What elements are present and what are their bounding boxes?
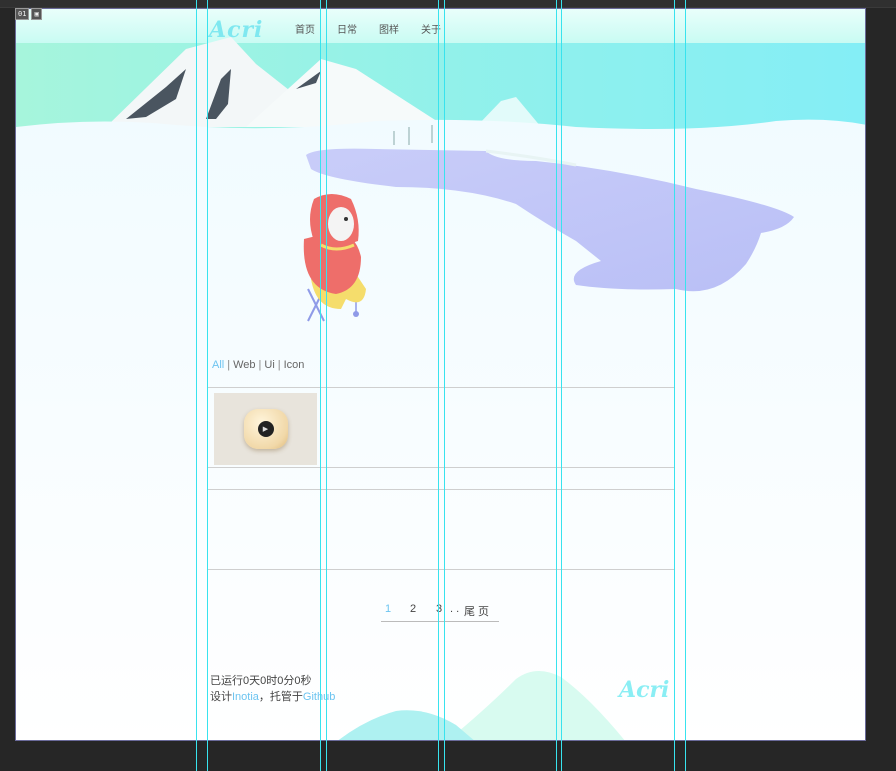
layout-guide [674, 0, 675, 771]
layout-guide [320, 0, 321, 771]
image-icon: ▣ [31, 8, 42, 20]
pagination: 1 2 3 . . 尾 页 [381, 603, 499, 622]
runtime-text: 已运行0天0时0分0秒 [210, 675, 312, 687]
design-prefix: 设计 [210, 691, 232, 703]
layout-guide [326, 0, 327, 771]
nav-item-daily[interactable]: 日常 [337, 21, 357, 36]
filter-all[interactable]: All [212, 359, 224, 371]
page-2[interactable]: 2 [410, 603, 436, 619]
filter-icon[interactable]: Icon [284, 359, 305, 371]
page-last[interactable]: 尾 页 [464, 603, 489, 619]
page-1[interactable]: 1 [381, 603, 410, 619]
artboard-number: 01 [15, 8, 30, 20]
layout-guide [685, 0, 686, 771]
credits: 设计Inotia，托管于Github [210, 688, 335, 704]
layout-guide [556, 0, 557, 771]
grid-divider [208, 467, 675, 468]
nav-item-home[interactable]: 首页 [295, 21, 315, 36]
nav-item-patterns[interactable]: 图样 [379, 21, 399, 36]
page-ellipsis: . . [450, 603, 460, 615]
layout-guide [207, 0, 208, 771]
hosted-prefix: ，托管于 [258, 691, 303, 703]
category-filters: All | Web | Ui | Icon [212, 359, 304, 371]
artboard-canvas: Acri 首页 日常 图样 关于 All | Web | Ui | Icon ▶ 1 2 3… [15, 8, 866, 741]
play-knob: ▶ [243, 409, 288, 449]
filter-ui[interactable]: Ui [264, 359, 274, 371]
grid-divider [208, 387, 675, 388]
filter-separator: | [277, 359, 281, 371]
hero-illustration [16, 9, 865, 740]
play-icon: ▶ [257, 421, 274, 437]
footer-logo[interactable]: Acri [619, 677, 669, 703]
layout-guide [561, 0, 562, 771]
editor-bottom-area [0, 741, 896, 771]
layout-guide [196, 0, 197, 771]
layout-guide [444, 0, 445, 771]
work-thumbnail[interactable]: ▶ [214, 393, 317, 465]
layout-guide [438, 0, 439, 771]
artboard-tag[interactable]: 01 ▣ [15, 8, 42, 20]
grid-divider [208, 569, 675, 570]
site-logo[interactable]: Acri [209, 17, 263, 43]
filter-web[interactable]: Web [233, 359, 255, 371]
filter-separator: | [227, 359, 231, 371]
editor-top-bar [0, 0, 896, 8]
grid-divider [208, 489, 675, 490]
designer-link[interactable]: Inotia [232, 691, 259, 703]
